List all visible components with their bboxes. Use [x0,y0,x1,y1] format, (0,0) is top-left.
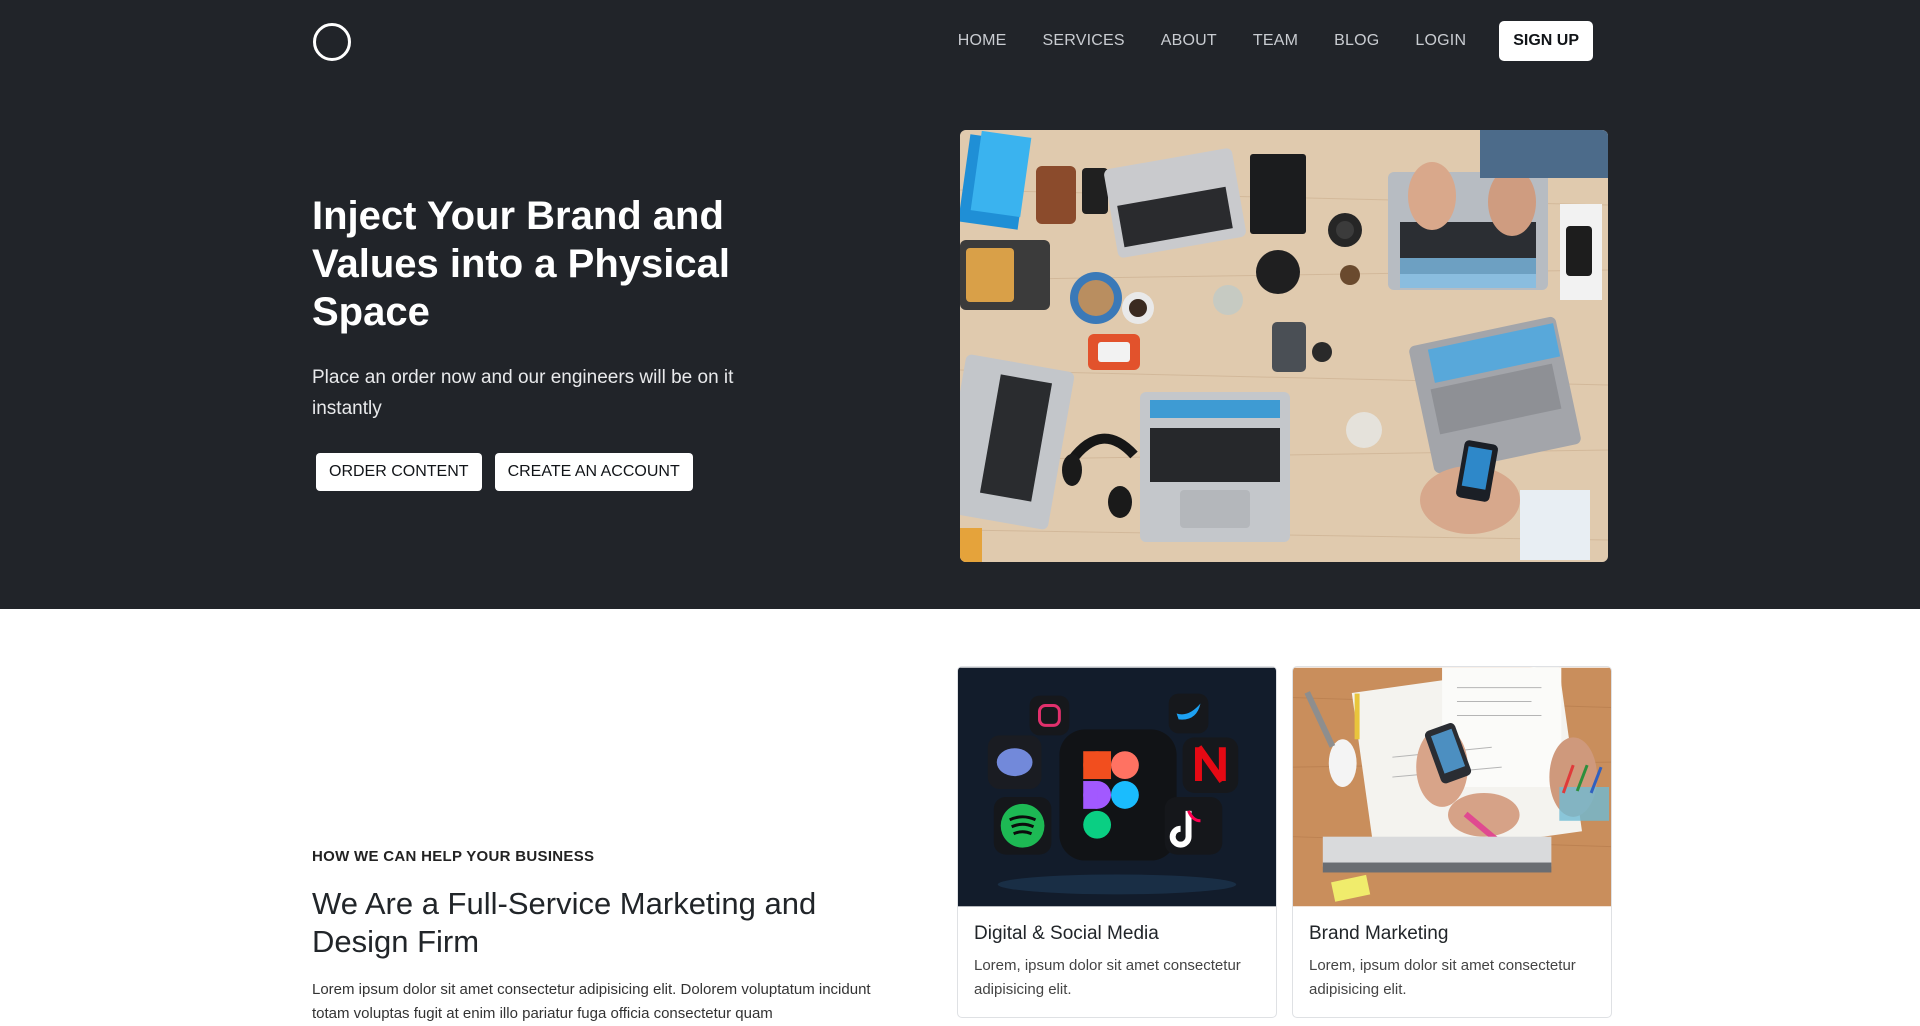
top-nav: HOME SERVICES ABOUT TEAM BLOG LOGIN SIGN… [958,20,1593,62]
card-title: Brand Marketing [1309,923,1449,944]
signup-button[interactable]: SIGN UP [1499,21,1593,61]
hero-workspace-image [960,130,1608,562]
hero-section: HOME SERVICES ABOUT TEAM BLOG LOGIN SIGN… [0,0,1920,609]
hero-buttons: ORDER CONTENT CREATE AN ACCOUNT [316,453,706,491]
section-title: We Are a Full-Service Marketing and Desi… [312,886,817,959]
nav-services[interactable]: SERVICES [1043,32,1125,50]
section-body: Lorem ipsum dolor sit amet consectetur a… [312,981,871,1022]
social-media-apps-image [958,667,1276,907]
service-card[interactable]: Brand Marketing Lorem, ipsum dolor sit a… [1292,666,1612,1018]
card-title: Digital & Social Media [974,923,1159,944]
nav-login[interactable]: LOGIN [1415,32,1466,50]
hero-subtitle: Place an order now and our engineers wil… [312,367,734,419]
service-card[interactable]: Digital & Social Media Lorem, ipsum dolo… [957,666,1277,1018]
order-content-button[interactable]: ORDER CONTENT [316,453,482,491]
card-text: Lorem, ipsum dolor sit amet consectetur … [1309,957,1576,998]
nav-blog[interactable]: BLOG [1334,32,1379,50]
hero-title: Inject Your Brand and Values into a Phys… [312,194,730,334]
create-account-button[interactable]: CREATE AN ACCOUNT [494,453,693,491]
nav-team[interactable]: TEAM [1253,32,1298,50]
section-eyebrow: HOW WE CAN HELP YOUR BUSINESS [312,848,595,865]
brand-marketing-image [1293,667,1611,907]
card-text: Lorem, ipsum dolor sit amet consectetur … [974,957,1241,998]
nav-home[interactable]: HOME [958,32,1007,50]
logo-circle-icon[interactable] [313,23,351,61]
nav-about[interactable]: ABOUT [1161,32,1217,50]
